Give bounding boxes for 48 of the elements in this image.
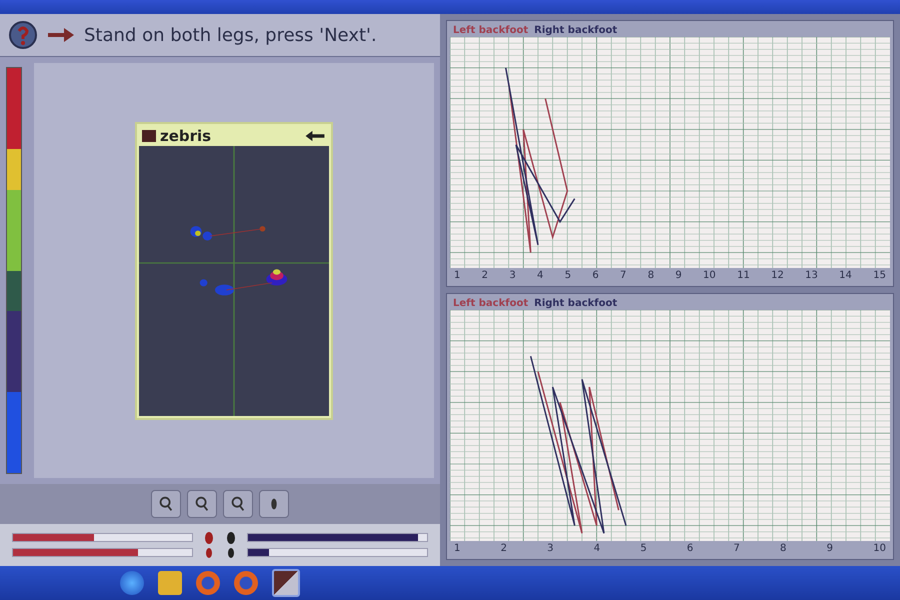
browser-icon[interactable] — [196, 571, 220, 595]
axis-tick-label: 6 — [592, 270, 599, 281]
magnifier-icon — [229, 495, 247, 513]
axis-tick-label: 13 — [805, 270, 818, 281]
foot-icon — [203, 530, 215, 560]
instruction-text: Stand on both legs, press 'Next'. — [84, 24, 377, 46]
axis-tick-label: 9 — [826, 543, 833, 554]
axis-tick-label: 7 — [733, 543, 740, 554]
back-arrow-icon[interactable] — [304, 130, 326, 142]
foot-icon — [225, 530, 237, 560]
logo-icon — [142, 130, 156, 142]
axis-tick-label: 11 — [737, 270, 750, 281]
axis-tick-label: 6 — [686, 543, 694, 554]
axis-tick-label: 15 — [873, 270, 886, 281]
zoom-button[interactable] — [223, 490, 253, 518]
legend-label: Right backfoot — [534, 25, 618, 36]
axis-tick-label: 1 — [454, 543, 460, 554]
axis-tick-label: 5 — [564, 270, 572, 281]
footprint-button[interactable] — [259, 490, 289, 518]
axis-tick-label: 2 — [482, 270, 488, 281]
arrow-icon — [46, 27, 76, 43]
axis-tick-label: 3 — [547, 543, 554, 554]
axis-tick-label: 12 — [771, 270, 784, 281]
app-icon[interactable] — [272, 569, 300, 597]
zoom-button[interactable] — [151, 490, 181, 518]
legend-label: Left backfoot — [453, 298, 528, 309]
axis-tick-label: 3 — [509, 270, 516, 281]
zoom-button[interactable] — [187, 490, 217, 518]
axis-tick-label: 10 — [703, 270, 716, 281]
axis-tick-label: 2 — [500, 543, 507, 554]
legend-label: Right backfoot — [534, 298, 618, 309]
browser-icon[interactable] — [234, 571, 258, 595]
axis-tick-label: 4 — [537, 270, 544, 281]
axis-tick-label: 8 — [648, 270, 654, 281]
axis-tick-label: 7 — [620, 270, 626, 281]
brand-name: zebris — [160, 126, 212, 144]
axis-tick-label: 10 — [873, 543, 886, 554]
help-icon[interactable] — [8, 20, 38, 50]
magnifier-icon — [157, 495, 175, 513]
axis-tick-label: 1 — [454, 270, 460, 281]
browser-icon[interactable] — [120, 571, 144, 595]
axis-tick-label: 9 — [675, 270, 682, 281]
axis-tick-label: 8 — [780, 543, 786, 554]
axis-tick-label: 5 — [640, 543, 647, 554]
axis-tick-label: 4 — [594, 543, 600, 554]
axis-tick-label: 14 — [839, 270, 852, 281]
legend-label: Left backfoot — [453, 25, 528, 36]
magnifier-icon — [193, 495, 211, 513]
